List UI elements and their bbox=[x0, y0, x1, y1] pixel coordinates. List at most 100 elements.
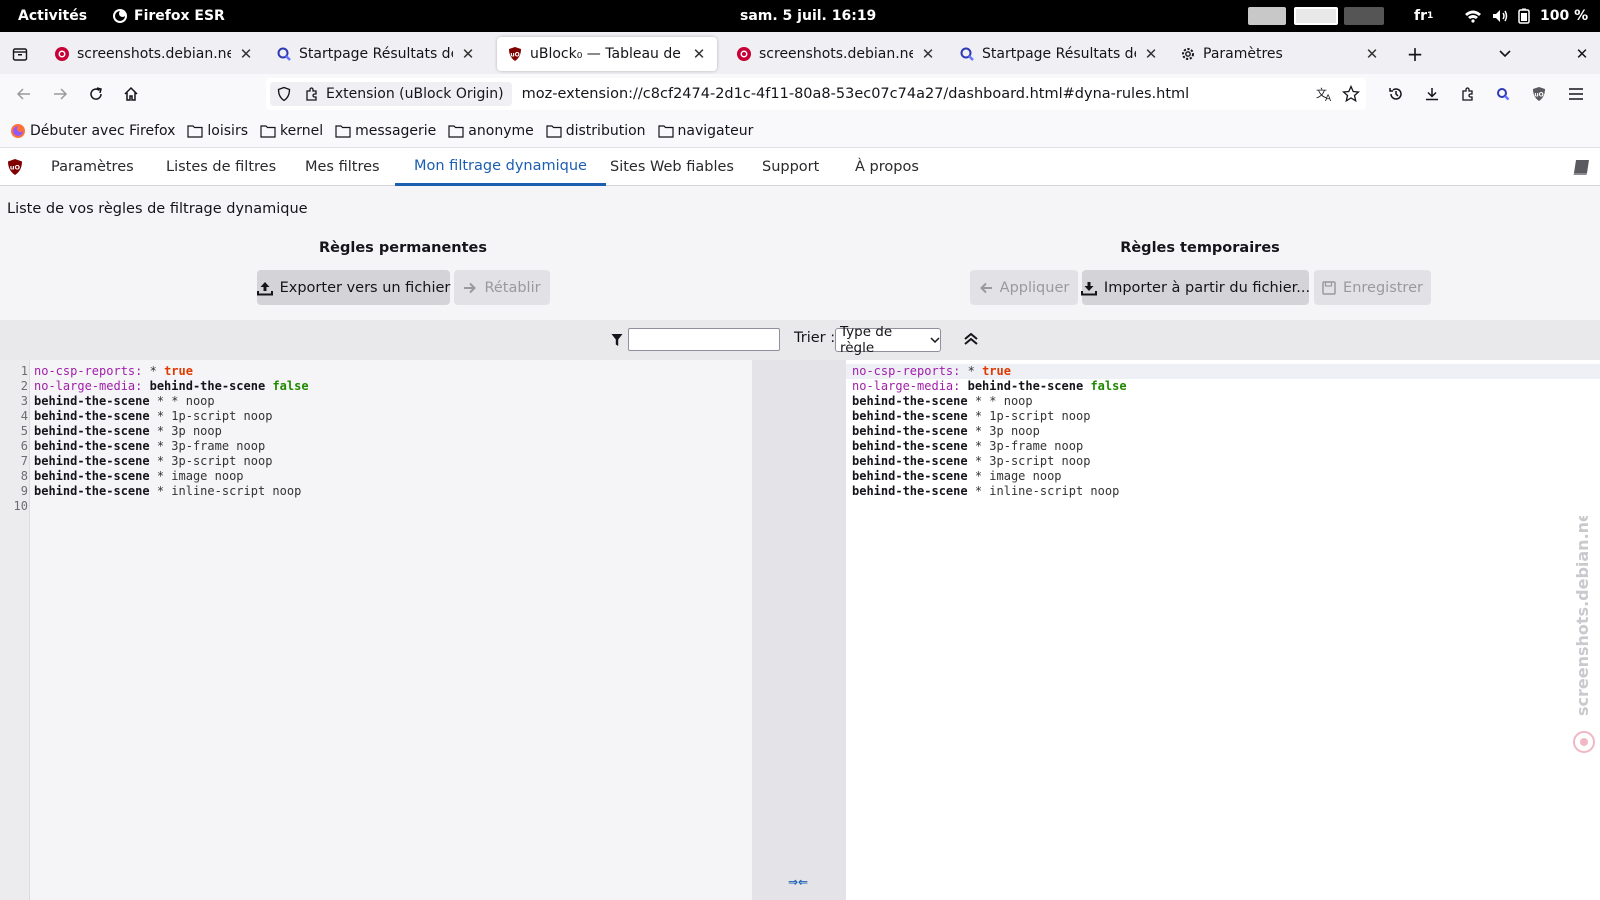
back-button[interactable] bbox=[12, 82, 36, 106]
tab-startpage-1[interactable]: Startpage Résultats de la r ✕ bbox=[266, 37, 486, 71]
tab-support[interactable]: Support bbox=[743, 148, 838, 186]
keyboard-layout-index: 1 bbox=[1427, 11, 1434, 21]
temporary-rule-line[interactable]: no-csp-reports: * true bbox=[852, 364, 1011, 379]
close-icon[interactable]: ✕ bbox=[691, 45, 707, 63]
temporary-rule-line[interactable]: behind-the-scene * * noop bbox=[852, 394, 1033, 409]
firefox-view-icon bbox=[12, 46, 28, 62]
tab-title: Paramètres bbox=[1203, 46, 1283, 62]
merge-arrows-icon[interactable]: ⇒⇐ bbox=[788, 875, 808, 889]
workspace-2[interactable] bbox=[1294, 7, 1338, 25]
tab-filter-lists[interactable]: Listes de filtres bbox=[147, 148, 295, 186]
url-text[interactable]: moz-extension://c8cf2474-2d1c-4f11-80a8-… bbox=[522, 86, 1190, 102]
permanent-rule-line[interactable]: behind-the-scene * * noop bbox=[34, 394, 215, 409]
revert-button[interactable]: Rétablir bbox=[454, 270, 550, 305]
extensions-button[interactable] bbox=[1456, 82, 1480, 106]
close-icon[interactable]: ✕ bbox=[238, 45, 254, 63]
tab-ublock-dashboard[interactable]: uO uBlock₀ — Tableau de bor ✕ bbox=[497, 37, 717, 71]
identity-label: Extension (uBlock Origin) bbox=[326, 86, 504, 102]
bookmark-folder-messagerie[interactable]: messagerie bbox=[335, 123, 436, 139]
close-icon[interactable]: ✕ bbox=[460, 45, 476, 63]
tab-screenshots-2[interactable]: screenshots.debian.net ✕ bbox=[726, 37, 946, 71]
downloads-button[interactable] bbox=[1420, 82, 1444, 106]
extension-icon bbox=[304, 86, 320, 102]
permanent-rule-line[interactable]: behind-the-scene * 3p noop bbox=[34, 424, 222, 439]
tab-screenshots-1[interactable]: screenshots.debian.net ✕ bbox=[44, 37, 264, 71]
tab-trusted-sites[interactable]: Sites Web fiables bbox=[591, 148, 753, 186]
line-number-gutter: 1 2 3 4 5 6 7 8 9 10 bbox=[0, 360, 30, 900]
temporary-rule-line[interactable]: behind-the-scene * inline-script noop bbox=[852, 484, 1119, 499]
sort-select[interactable]: Type de règle bbox=[835, 324, 941, 356]
temporary-rule-line[interactable]: behind-the-scene * image noop bbox=[852, 469, 1062, 484]
reload-button[interactable] bbox=[84, 82, 108, 106]
startpage-icon bbox=[1495, 86, 1511, 102]
bookmark-folder-navigateur[interactable]: navigateur bbox=[657, 123, 753, 139]
translate-icon[interactable]: 文A bbox=[1316, 86, 1334, 102]
export-button[interactable]: Exporter vers un fichier bbox=[256, 270, 450, 305]
gnome-top-bar: Activités Firefox ESR sam. 5 juil. 16:19… bbox=[0, 0, 1600, 32]
permanent-rule-line[interactable]: behind-the-scene * 3p-script noop bbox=[34, 454, 272, 469]
navigation-toolbar: Extension (uBlock Origin) moz-extension:… bbox=[0, 74, 1600, 114]
temporary-rules-editor[interactable]: no-csp-reports: * true no-large-media: be… bbox=[846, 360, 1600, 900]
arrow-right-icon bbox=[463, 281, 477, 295]
apply-button[interactable]: Appliquer bbox=[970, 270, 1078, 305]
import-button[interactable]: Importer à partir du fichier... bbox=[1080, 270, 1310, 305]
workspace-1[interactable] bbox=[1248, 7, 1286, 25]
permanent-rule-line[interactable]: no-large-media: behind-the-scene false bbox=[34, 379, 309, 394]
history-button[interactable] bbox=[1384, 82, 1408, 106]
save-button[interactable]: Enregistrer bbox=[1314, 270, 1431, 305]
activities-button[interactable]: Activités bbox=[18, 0, 87, 32]
tab-parametres[interactable]: Paramètres ✕ bbox=[1170, 37, 1390, 71]
workspace-3[interactable] bbox=[1344, 7, 1384, 25]
new-tab-button[interactable]: + bbox=[1403, 42, 1427, 66]
shield-icon[interactable] bbox=[276, 86, 292, 102]
home-button[interactable] bbox=[119, 82, 143, 106]
tab-label: Support bbox=[762, 159, 820, 175]
identity-box[interactable]: Extension (uBlock Origin) bbox=[270, 82, 512, 106]
temporary-rule-line[interactable]: no-large-media: behind-the-scene false bbox=[852, 379, 1127, 394]
permanent-rule-line[interactable]: behind-the-scene * 3p-frame noop bbox=[34, 439, 265, 454]
collapse-unchanged-button[interactable] bbox=[963, 331, 979, 347]
forward-button[interactable] bbox=[48, 82, 72, 106]
bookmark-folder-loisirs[interactable]: loisirs bbox=[187, 123, 248, 139]
bookmark-debuter[interactable]: Débuter avec Firefox bbox=[10, 123, 175, 139]
tab-about[interactable]: À propos bbox=[836, 148, 938, 186]
close-icon[interactable]: ✕ bbox=[920, 45, 936, 63]
ublock-toolbar-button[interactable]: uO bbox=[1527, 82, 1551, 106]
filter-input[interactable] bbox=[628, 328, 780, 351]
permanent-rules-editor[interactable]: 1 2 3 4 5 6 7 8 9 10 no-csp-reports: * true no-lar… bbox=[0, 360, 752, 900]
bookmark-folder-distribution[interactable]: distribution bbox=[546, 123, 646, 139]
temporary-rule-line[interactable]: behind-the-scene * 3p noop bbox=[852, 424, 1040, 439]
list-all-tabs-button[interactable] bbox=[1493, 42, 1517, 66]
permanent-rule-line[interactable]: behind-the-scene * image noop bbox=[34, 469, 244, 484]
temporary-rule-line[interactable]: behind-the-scene * 1p-script noop bbox=[852, 409, 1090, 424]
tab-dynamic-filtering[interactable]: Mon filtrage dynamique bbox=[395, 148, 606, 186]
system-status-area[interactable]: 100 % bbox=[1464, 0, 1588, 32]
permanent-rule-line[interactable]: behind-the-scene * inline-script noop bbox=[34, 484, 301, 499]
app-menu-button[interactable] bbox=[1564, 82, 1588, 106]
bookmark-folder-anonyme[interactable]: anonyme bbox=[448, 123, 534, 139]
temporary-rules-title: Règles temporaires bbox=[1120, 240, 1280, 256]
tab-my-filters[interactable]: Mes filtres bbox=[286, 148, 399, 186]
startpage-extension-button[interactable] bbox=[1491, 82, 1515, 106]
app-menu[interactable]: Firefox ESR bbox=[112, 0, 225, 32]
folder-icon bbox=[335, 124, 351, 138]
close-icon[interactable]: ✕ bbox=[1364, 45, 1380, 63]
permanent-rule-line[interactable]: behind-the-scene * 1p-script noop bbox=[34, 409, 272, 424]
close-icon[interactable]: ✕ bbox=[1143, 45, 1159, 63]
permanent-rule-line[interactable]: no-csp-reports: * true bbox=[34, 364, 193, 379]
tab-settings[interactable]: Paramètres bbox=[32, 148, 153, 186]
keyboard-layout[interactable]: fr 1 bbox=[1414, 0, 1433, 32]
url-bar[interactable]: Extension (uBlock Origin) moz-extension:… bbox=[266, 78, 1366, 110]
line-number: 8 bbox=[20, 469, 28, 483]
temporary-rule-line[interactable]: behind-the-scene * 3p-frame noop bbox=[852, 439, 1083, 454]
firefox-view-button[interactable] bbox=[8, 42, 32, 66]
book-icon[interactable] bbox=[1572, 158, 1592, 176]
window-close-button[interactable]: ✕ bbox=[1570, 42, 1594, 66]
clock[interactable]: sam. 5 juil. 16:19 bbox=[740, 0, 876, 32]
volume-icon bbox=[1492, 9, 1508, 23]
bookmark-star-icon[interactable] bbox=[1342, 85, 1360, 103]
tab-startpage-2[interactable]: Startpage Résultats de la ✕ bbox=[949, 37, 1169, 71]
temporary-rule-line[interactable]: behind-the-scene * 3p-script noop bbox=[852, 454, 1090, 469]
bookmark-folder-kernel[interactable]: kernel bbox=[260, 123, 323, 139]
arrow-right-icon bbox=[52, 86, 68, 102]
